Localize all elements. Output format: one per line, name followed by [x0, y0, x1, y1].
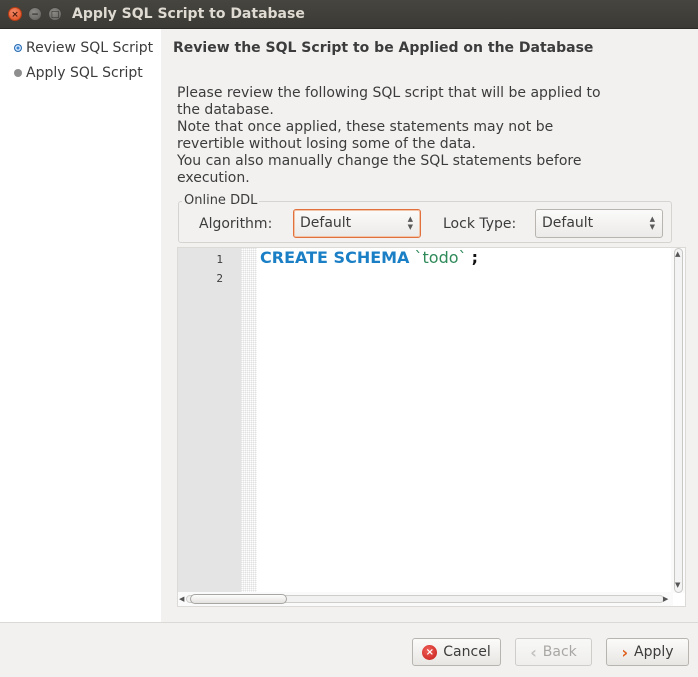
- scroll-down-icon[interactable]: ▼: [675, 581, 680, 589]
- window-close-icon[interactable]: ×: [8, 7, 22, 21]
- online-ddl-group-label: Online DDL: [182, 193, 260, 208]
- step-apply-sql-script[interactable]: Apply SQL Script: [14, 65, 143, 81]
- back-button-label: Back: [542, 644, 577, 660]
- instructions-line: You can also manually change the SQL sta…: [177, 153, 582, 169]
- algorithm-selected-value: Default: [300, 215, 352, 231]
- active-step-indicator-icon: [14, 44, 22, 52]
- vertical-scrollbar-track[interactable]: [674, 248, 683, 593]
- line-number: 2: [216, 272, 223, 285]
- scroll-right-icon[interactable]: ▶: [663, 595, 668, 603]
- cancel-button[interactable]: × Cancel: [412, 638, 501, 666]
- step-label: Review SQL Script: [26, 40, 154, 56]
- fold-margin: [241, 248, 257, 593]
- horizontal-scrollbar[interactable]: ◀ ▶: [178, 592, 673, 606]
- lock-type-selected-value: Default: [542, 215, 594, 231]
- back-button[interactable]: ‹ Back: [515, 638, 592, 666]
- wizard-steps-sidebar: Review SQL Script Apply SQL Script: [0, 29, 161, 622]
- spinner-arrows-icon: ▲ ▼: [407, 215, 413, 231]
- step-label: Apply SQL Script: [26, 65, 143, 81]
- footer-divider: [0, 622, 698, 623]
- algorithm-select[interactable]: Default ▲ ▼: [293, 209, 421, 238]
- instructions-line: Note that once applied, these statements…: [177, 119, 554, 135]
- apply-button[interactable]: › Apply: [606, 638, 689, 666]
- wizard-content: Review the SQL Script to be Applied on t…: [161, 29, 698, 622]
- sql-identifier: `todo`: [414, 248, 467, 267]
- window-maximize-icon[interactable]: □: [48, 7, 62, 21]
- horizontal-scrollbar-thumb[interactable]: [190, 594, 287, 604]
- step-review-sql-script[interactable]: Review SQL Script: [14, 40, 153, 56]
- scroll-left-icon[interactable]: ◀: [179, 595, 184, 603]
- code-line: CREATE SCHEMA `todo` ;: [260, 248, 478, 267]
- cancel-icon: ×: [422, 644, 438, 660]
- window-minimize-icon[interactable]: −: [28, 7, 42, 21]
- cancel-button-label: Cancel: [443, 644, 491, 660]
- spinner-arrows-icon: ▲ ▼: [649, 215, 655, 231]
- lock-type-select[interactable]: Default ▲ ▼: [535, 209, 663, 238]
- sql-keyword: CREATE SCHEMA: [260, 248, 410, 267]
- chevron-right-icon: ›: [621, 642, 629, 662]
- instructions-line: revertible without losing some of the da…: [177, 136, 476, 152]
- title-bar: × − □ Apply SQL Script to Database: [0, 0, 698, 29]
- line-number: 1: [216, 253, 223, 266]
- instructions-line: the database.: [177, 102, 274, 118]
- chevron-left-icon: ‹: [530, 642, 537, 662]
- scroll-up-icon[interactable]: ▲: [675, 250, 680, 258]
- line-number-gutter: 1 2: [178, 248, 241, 593]
- instructions-text: Please review the following SQL script t…: [177, 85, 607, 187]
- window-title: Apply SQL Script to Database: [72, 6, 305, 22]
- algorithm-label: Algorithm:: [199, 216, 273, 232]
- instructions-line: execution.: [177, 170, 250, 186]
- sql-terminator: ;: [471, 248, 479, 267]
- lock-type-label: Lock Type:: [443, 216, 517, 232]
- page-title: Review the SQL Script to be Applied on t…: [173, 40, 594, 56]
- inactive-step-indicator-icon: [14, 69, 22, 77]
- sql-script-editor[interactable]: 1 2 CREATE SCHEMA `todo` ; ▲ ▼ ◀ ▶: [177, 247, 686, 607]
- vertical-scrollbar[interactable]: ▲ ▼: [671, 248, 685, 593]
- instructions-line: Please review the following SQL script t…: [177, 85, 601, 101]
- apply-button-label: Apply: [634, 644, 674, 660]
